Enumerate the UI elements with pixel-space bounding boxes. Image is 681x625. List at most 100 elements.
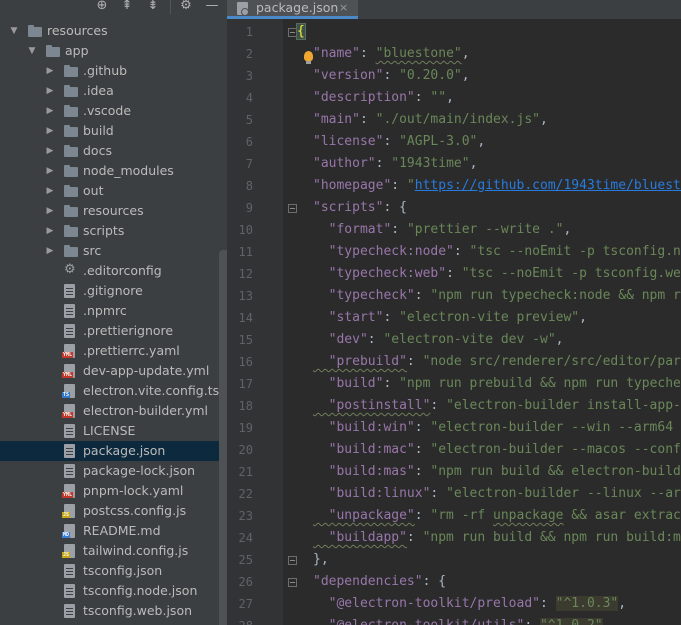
tree-file[interactable]: YML dev-app-update.yml [0, 361, 227, 381]
tree-file[interactable]: YML .prettierrc.yaml [0, 341, 227, 361]
code-line[interactable]: "main": "./out/main/index.js", [313, 109, 548, 131]
code-line[interactable]: "build:mac": "electron-builder --macos -… [313, 439, 681, 461]
tree-file[interactable]: TS electron.vite.config.ts [0, 381, 227, 401]
chevron-right-icon[interactable]: ▶ [44, 201, 56, 221]
tree-folder[interactable]: ▶ scripts [0, 221, 227, 241]
code-token: "build:linux" [313, 486, 431, 501]
chevron-down-icon[interactable]: ▼ [26, 41, 38, 61]
tree-folder[interactable]: ▼ resources [0, 21, 227, 41]
tree-file[interactable]: tsconfig.node.json [0, 581, 227, 601]
code-editor[interactable]: { "name": "bluestone", "version": "0.20.0"… [283, 19, 681, 625]
chevron-right-icon[interactable]: ▶ [44, 121, 56, 141]
tree-file[interactable]: package.json [0, 441, 227, 461]
close-icon[interactable]: × [339, 0, 348, 16]
code-line[interactable]: "license": "AGPL-3.0", [313, 131, 485, 153]
chevron-right-icon[interactable]: ▶ [44, 181, 56, 201]
code-line[interactable]: "@electron-toolkit/preload": "^1.0.3", [313, 593, 626, 615]
tree-folder[interactable]: ▶ src [0, 241, 227, 261]
chevron-down-icon[interactable]: ▼ [8, 21, 20, 41]
tab-package-json[interactable]: package.json × [227, 0, 358, 19]
tree-file[interactable]: package-lock.json [0, 461, 227, 481]
code-line[interactable]: "buildapp": "npm run build && npm run bu… [313, 527, 681, 549]
editor-panel: package.json × 1 2 3 4 5 6 7 8 9 10 11 12 13 14 15 16 17… [227, 0, 681, 625]
tree-folder[interactable]: ▼ app [0, 41, 227, 61]
tree-file[interactable]: YML electron-builder.yml [0, 401, 227, 421]
code-token: "electron-builder --win --arm64 --x64" [430, 420, 681, 435]
chevron-right-icon[interactable]: ▶ [44, 241, 56, 261]
code-token: "name" [313, 46, 360, 61]
code-line[interactable]: "description": "", [313, 87, 454, 109]
code-line[interactable]: "dependencies": { [313, 571, 446, 593]
code-token: : [414, 508, 431, 523]
code-line[interactable]: "prebuild": "node src/renderer/src/edito… [313, 351, 681, 373]
minimize-icon[interactable]: — [204, 0, 220, 14]
tree-file[interactable]: MD README.md [0, 521, 227, 541]
code-line[interactable]: "typecheck:web": "tsc --noEmit -p tsconf… [313, 263, 681, 285]
code-line[interactable]: "format": "prettier --write .", [313, 219, 572, 241]
file-icon [64, 324, 75, 338]
code-line[interactable]: "dev": "electron-vite dev -w", [313, 329, 564, 351]
code-line[interactable]: }, [313, 549, 329, 571]
project-scrollbar[interactable] [219, 250, 227, 625]
tree-folder[interactable]: ▶ .idea [0, 81, 227, 101]
code-line[interactable]: "start": "electron-vite preview", [313, 307, 587, 329]
lightbulb-icon[interactable] [304, 51, 313, 64]
chevron-right-icon[interactable]: ▶ [44, 61, 56, 81]
tree-folder[interactable]: ▶ docs [0, 141, 227, 161]
folder-icon [64, 185, 78, 197]
tree-file[interactable]: LICENSE [0, 421, 227, 441]
code-token: "./out/main/index.js" [375, 112, 540, 127]
code-line[interactable]: "unpackage": "rm -rf unpackage && asar e… [313, 505, 681, 527]
code-line[interactable]: "typecheck:node": "tsc --noEmit -p tscon… [313, 241, 681, 263]
crosshair-icon[interactable]: ⊕ [94, 0, 110, 14]
tree-file[interactable]: tsconfig.web.json [0, 601, 227, 621]
expand-all-icon[interactable]: ⇞ [119, 0, 135, 14]
tree-file[interactable]: ⚙ .editorconfig [0, 261, 227, 281]
code-token: : [359, 46, 376, 61]
code-line[interactable]: "build": "npm run prebuild && npm run ty… [313, 373, 681, 395]
tree-folder[interactable]: ▶ .github [0, 61, 227, 81]
tree-file[interactable]: tsconfig.json [0, 561, 227, 581]
tree-file[interactable]: .gitignore [0, 281, 227, 301]
tree-item-label: package.json [83, 443, 166, 458]
tree-folder[interactable]: ▶ node_modules [0, 161, 227, 181]
chevron-right-icon[interactable]: ▶ [44, 101, 56, 121]
code-line[interactable]: "scripts": { [313, 197, 407, 219]
code-line[interactable]: "name": "bluestone", [313, 43, 470, 65]
chevron-right-icon[interactable]: ▶ [44, 141, 56, 161]
code-token: "npm run build && npm run build:mac" [422, 530, 681, 545]
tree-folder[interactable]: ▶ build [0, 121, 227, 141]
code-token: "build:win" [313, 420, 415, 435]
tree-file[interactable]: JS tailwind.config.js [0, 541, 227, 561]
code-token: , [469, 156, 478, 171]
code-line[interactable]: "build:mas": "npm run build && electron-… [313, 461, 681, 483]
chevron-right-icon[interactable]: ▶ [44, 161, 56, 181]
code-line[interactable]: "author": "1943time", [313, 153, 477, 175]
chevron-right-icon[interactable]: ▶ [44, 221, 56, 241]
code-line[interactable]: "version": "0.20.0", [313, 65, 470, 87]
tree-file[interactable]: YML pnpm-lock.yaml [0, 481, 227, 501]
tree-file[interactable]: .npmrc [0, 301, 227, 321]
tree-folder[interactable]: ▶ out [0, 181, 227, 201]
collapse-all-icon[interactable]: ⇟ [145, 0, 161, 14]
chevron-right-icon[interactable]: ▶ [44, 81, 56, 101]
code-line[interactable]: "postinstall": "electron-builder install… [313, 395, 681, 417]
tree-folder[interactable]: ▶ .vscode [0, 101, 227, 121]
code-token: : [414, 464, 431, 479]
code-token: "build:mac" [313, 442, 415, 457]
code-line[interactable]: "build:win": "electron-builder --win --a… [313, 417, 681, 439]
code-token: , [540, 112, 548, 127]
gear-icon[interactable]: ⚙ [178, 0, 194, 14]
tree-item-label: .gitignore [83, 283, 143, 298]
code-line[interactable]: "build:linux": "electron-builder --linux… [313, 483, 681, 505]
code-line[interactable]: "homepage": "https://github.com/1943time… [313, 175, 681, 197]
tree-file[interactable]: .prettierignore [0, 321, 227, 341]
file-icon [64, 304, 75, 318]
code-line[interactable]: { [296, 21, 306, 43]
code-line[interactable]: "typecheck": "npm run typecheck:node && … [313, 285, 681, 307]
code-line[interactable]: "@electron-toolkit/utils": "^1.0.2", [313, 615, 610, 625]
folder-icon [28, 25, 42, 37]
tree-folder[interactable]: ▶ resources [0, 201, 227, 221]
code-token: "author" [313, 156, 376, 171]
tree-file[interactable]: JS postcss.config.js [0, 501, 227, 521]
